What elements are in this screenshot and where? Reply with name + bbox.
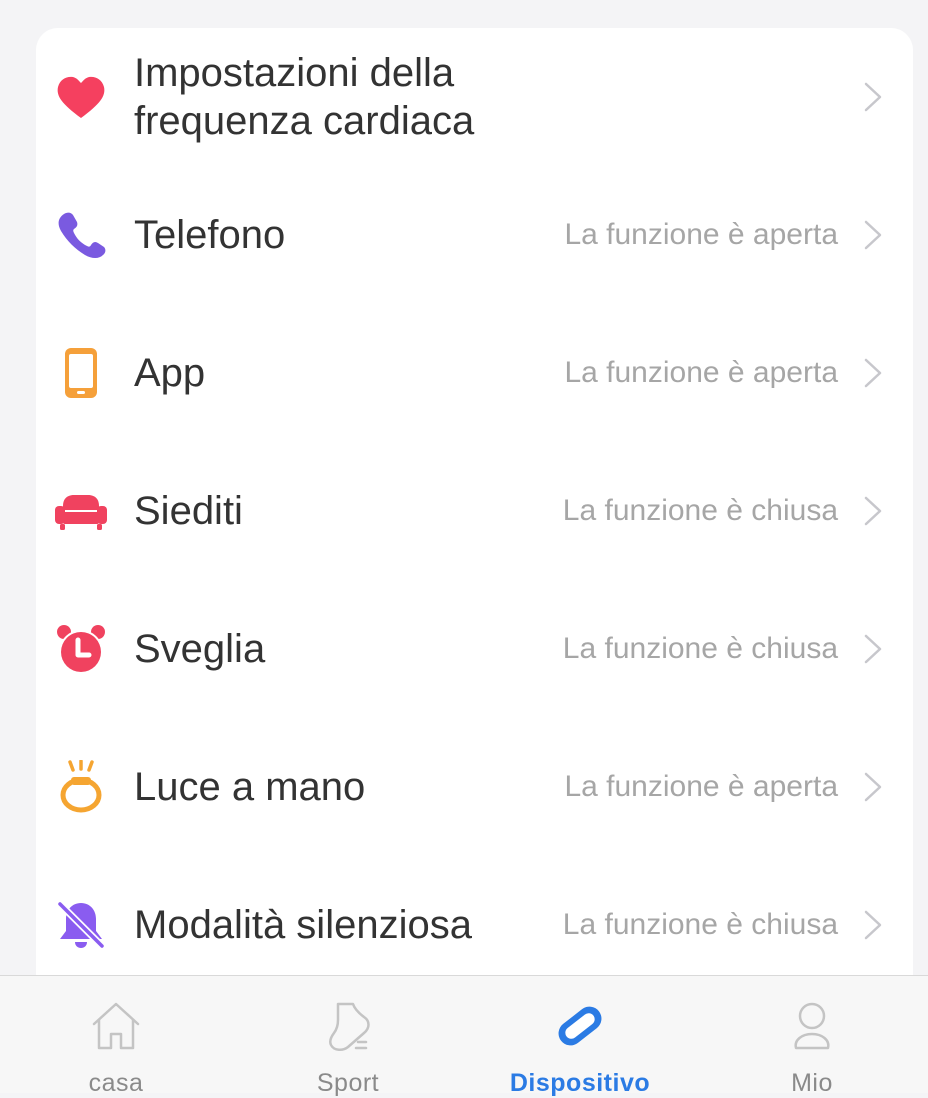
bell-off-icon	[54, 898, 108, 952]
heart-icon	[54, 70, 108, 124]
settings-card: Impostazioni della frequenza cardiaca Te…	[36, 28, 913, 1008]
wrist-light-icon	[54, 760, 108, 814]
chevron-right-icon	[863, 219, 883, 251]
row-label: Luce a mano	[134, 765, 366, 809]
row-label: Modalità silenziosa	[134, 903, 472, 947]
tab-label: Mio	[791, 1069, 833, 1097]
row-luce-a-mano[interactable]: Luce a mano La funzione è aperta	[36, 718, 913, 856]
tab-label: Dispositivo	[509, 1069, 651, 1097]
chevron-right-icon	[863, 633, 883, 665]
bottom-tab-bar: casa Sport Dispositivo Mio	[0, 975, 928, 1097]
chevron-right-icon	[863, 495, 883, 527]
row-status: La funzione è chiusa	[562, 494, 838, 527]
row-status: La funzione è aperta	[564, 770, 838, 803]
row-label: Telefono	[134, 213, 286, 257]
row-label: Impostazioni della frequenza cardiaca	[134, 51, 475, 143]
row-label: Siediti	[134, 489, 243, 533]
tab-mio[interactable]: Mio	[696, 976, 928, 1097]
tab-label: Sport	[316, 1069, 380, 1097]
home-icon	[86, 996, 146, 1056]
row-status: La funzione è aperta	[564, 218, 838, 251]
chevron-right-icon	[863, 771, 883, 803]
sofa-icon	[54, 484, 108, 538]
person-icon	[782, 996, 842, 1056]
tab-dispositivo[interactable]: Dispositivo	[464, 976, 696, 1097]
row-heart-rate-settings[interactable]: Impostazioni della frequenza cardiaca	[36, 28, 913, 166]
row-status: La funzione è chiusa	[562, 908, 838, 941]
chevron-right-icon	[863, 357, 883, 389]
row-modalita-silenziosa[interactable]: Modalità silenziosa La funzione è chiusa	[36, 856, 913, 994]
row-label: App	[134, 351, 206, 395]
shoe-icon	[318, 996, 378, 1056]
row-status: La funzione è aperta	[564, 356, 838, 389]
alarm-clock-icon	[54, 622, 108, 676]
chevron-right-icon	[863, 81, 883, 113]
chevron-right-icon	[863, 909, 883, 941]
row-sveglia[interactable]: Sveglia La funzione è chiusa	[36, 580, 913, 718]
smartphone-icon	[54, 346, 108, 400]
row-app[interactable]: App La funzione è aperta	[36, 304, 913, 442]
row-status: La funzione è chiusa	[562, 632, 838, 665]
tab-casa[interactable]: casa	[0, 976, 232, 1097]
row-siediti[interactable]: Siediti La funzione è chiusa	[36, 442, 913, 580]
tab-sport[interactable]: Sport	[232, 976, 464, 1097]
row-label: Sveglia	[134, 627, 266, 671]
phone-icon	[54, 208, 108, 262]
row-telefono[interactable]: Telefono La funzione è aperta	[36, 166, 913, 304]
tab-label: casa	[88, 1069, 144, 1097]
band-icon	[550, 996, 610, 1056]
